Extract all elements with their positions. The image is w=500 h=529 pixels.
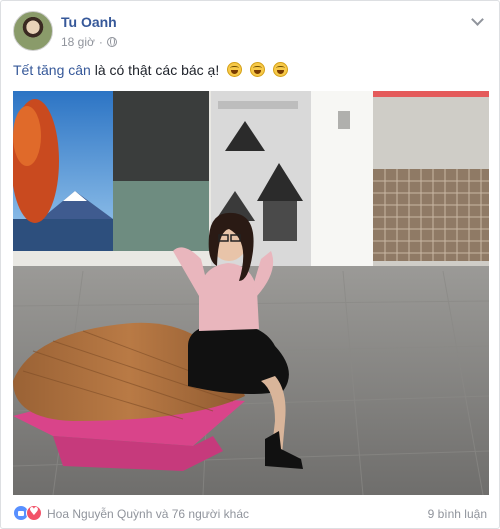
author-name[interactable]: Tu Oanh: [61, 14, 117, 30]
laughing-emoji-icon: [272, 62, 288, 77]
post-card: Tu Oanh 18 giờ · Tết tăng cân là có thật…: [0, 0, 500, 529]
timestamp[interactable]: 18 giờ: [61, 35, 95, 49]
post-header: Tu Oanh 18 giờ ·: [13, 11, 489, 55]
post-footer: Hoa Nguyễn Quỳnh và 76 người khác 9 bình…: [13, 501, 489, 525]
reaction-icons[interactable]: [13, 505, 42, 521]
laughing-emoji-icon: [250, 62, 266, 77]
post-caption: Tết tăng cân là có thật các bác ạ!: [13, 62, 288, 78]
post-meta: 18 giờ ·: [61, 35, 117, 49]
caption-tag-link[interactable]: Tết tăng cân: [13, 62, 91, 78]
reaction-summary[interactable]: Hoa Nguyễn Quỳnh và 76 người khác: [47, 507, 249, 521]
laughing-emoji-icon: [227, 62, 243, 77]
avatar[interactable]: [13, 11, 53, 51]
post-photo[interactable]: [13, 91, 489, 495]
love-icon: [26, 505, 42, 521]
separator-dot: ·: [98, 35, 103, 49]
caption-text: là có thật các bác ạ!: [90, 62, 220, 78]
globe-icon[interactable]: [106, 37, 117, 47]
comment-count[interactable]: 9 bình luận: [428, 507, 487, 521]
chevron-down-icon[interactable]: [469, 15, 487, 29]
photo-scene: [13, 91, 489, 495]
